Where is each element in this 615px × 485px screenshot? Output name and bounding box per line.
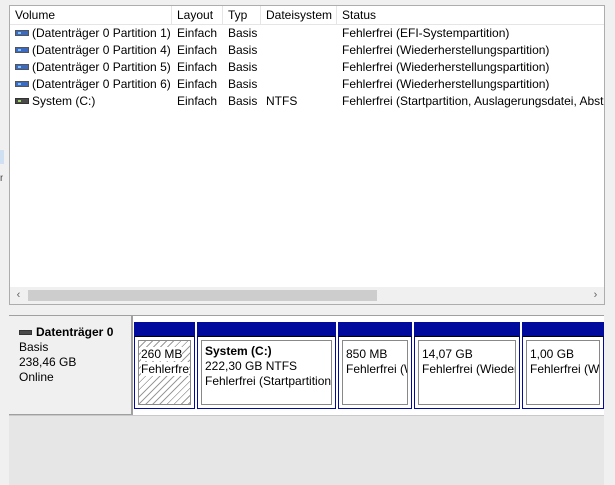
vertical-scrollbar[interactable] — [604, 315, 615, 485]
filesystem-cell — [261, 25, 337, 42]
partition-body: 850 MB Fehlerfrei (W — [338, 336, 412, 409]
partition-bar — [414, 322, 520, 336]
partition-status: Fehlerfrei (Startpartition — [205, 374, 332, 388]
column-header-volume[interactable]: Volume — [10, 6, 172, 25]
layout-cell: Einfach — [177, 26, 218, 40]
partition-body: 260 MB Fehlerfre — [134, 336, 195, 409]
volume-icon — [15, 80, 29, 87]
partition-content: 260 MB Fehlerfre — [138, 340, 191, 405]
partition-size: 260 MB — [141, 347, 183, 361]
partition-size: 850 MB — [346, 347, 388, 361]
disk-type: Basis — [19, 340, 49, 354]
partition-recovery-2[interactable]: 14,07 GB Fehlerfrei (Wieder — [414, 322, 520, 409]
partition-body: System (C:) 222,30 GB NTFS Fehlerfrei (S… — [197, 336, 336, 409]
partition-status: Fehlerfre — [141, 362, 190, 376]
volume-name-cell: (Datenträger 0 Partition 1) — [10, 25, 172, 42]
system-volume-icon — [15, 97, 29, 104]
volume-row[interactable]: (Datenträger 0 Partition 5) Einfach Basi… — [10, 59, 604, 76]
status-cell: Fehlerfrei (Wiederherstellungspartition) — [342, 43, 550, 57]
disk-title: Datenträger 0 — [19, 325, 131, 340]
volume-name-cell: System (C:) — [10, 93, 172, 110]
volume-icon — [15, 46, 29, 53]
partition-status: Fehlerfrei (W — [346, 362, 407, 376]
volume-name: System (C:) — [32, 94, 96, 108]
disk-info-panel[interactable]: Datenträger 0 Basis 238,46 GB Online — [9, 316, 133, 416]
scroll-left-icon[interactable]: ‹ — [10, 287, 27, 304]
volume-row[interactable]: (Datenträger 0 Partition 6) Einfach Basi… — [10, 76, 604, 93]
partition-system-c[interactable]: System (C:) 222,30 GB NTFS Fehlerfrei (S… — [197, 322, 336, 409]
volume-name: (Datenträger 0 Partition 5) — [32, 60, 171, 74]
volume-name-cell: (Datenträger 0 Partition 6) — [10, 76, 172, 93]
partition-size: 14,07 GB — [422, 347, 473, 361]
typ-cell: Basis — [228, 60, 258, 74]
column-header-status[interactable]: Status — [337, 6, 604, 25]
partition-content: 1,00 GB Fehlerfrei (W — [526, 340, 600, 405]
column-header-typ[interactable]: Typ — [223, 6, 261, 25]
partition-body: 1,00 GB Fehlerfrei (W — [522, 336, 604, 409]
disk-map: Datenträger 0 Basis 238,46 GB Online 260… — [9, 315, 604, 416]
side-panel-highlight — [0, 150, 4, 164]
disk-management-window: n Volume Layout Typ Dateisystem Status (… — [0, 0, 615, 485]
partition-bar — [134, 322, 195, 336]
typ-cell: Basis — [228, 26, 258, 40]
partition-title: System (C:) — [205, 344, 272, 358]
scrollbar-thumb[interactable] — [28, 290, 377, 301]
scroll-right-icon[interactable]: › — [587, 287, 604, 304]
partition-content: System (C:) 222,30 GB NTFS Fehlerfrei (S… — [201, 340, 332, 405]
volume-name-cell: (Datenträger 0 Partition 5) — [10, 59, 172, 76]
volume-name: (Datenträger 0 Partition 1) — [32, 26, 171, 40]
partition-recovery-1[interactable]: 850 MB Fehlerfrei (W — [338, 322, 412, 409]
filesystem-cell — [261, 42, 337, 59]
filesystem-cell — [261, 59, 337, 76]
disk-map-empty-area — [9, 415, 604, 485]
status-cell: Fehlerfrei (Wiederherstellungspartition) — [342, 60, 550, 74]
side-panel-text: n — [0, 173, 3, 184]
partition-bar — [338, 322, 412, 336]
column-header-dateisystem[interactable]: Dateisystem — [261, 6, 337, 25]
partition-bar — [522, 322, 604, 336]
volume-row[interactable]: System (C:) Einfach Basis NTFS Fehlerfre… — [10, 93, 604, 110]
partition-recovery-3[interactable]: 1,00 GB Fehlerfrei (W — [522, 322, 604, 409]
layout-cell: Einfach — [177, 60, 218, 74]
layout-cell: Einfach — [177, 77, 218, 91]
volume-row[interactable]: (Datenträger 0 Partition 4) Einfach Basi… — [10, 42, 604, 59]
partition-body: 14,07 GB Fehlerfrei (Wieder — [414, 336, 520, 409]
partition-status: Fehlerfrei (W — [530, 362, 600, 376]
disk-icon — [19, 330, 32, 335]
horizontal-scrollbar[interactable]: ‹ › — [10, 287, 604, 304]
volume-icon — [15, 63, 29, 70]
partition-status: Fehlerfrei (Wieder — [422, 362, 516, 376]
layout-cell: Einfach — [177, 43, 218, 57]
volume-row[interactable]: (Datenträger 0 Partition 1) Einfach Basi… — [10, 25, 604, 42]
volume-name: (Datenträger 0 Partition 4) — [32, 43, 171, 57]
status-cell: Fehlerfrei (EFI-Systempartition) — [342, 26, 510, 40]
volume-name-cell: (Datenträger 0 Partition 4) — [10, 42, 172, 59]
partition-size: 1,00 GB — [530, 347, 575, 361]
typ-cell: Basis — [228, 94, 258, 108]
status-cell: Fehlerfrei (Startpartition, Auslagerungs… — [342, 94, 605, 108]
volume-name: (Datenträger 0 Partition 6) — [32, 77, 171, 91]
filesystem-cell — [261, 76, 337, 93]
filesystem-cell: NTFS — [266, 94, 298, 108]
typ-cell: Basis — [228, 43, 258, 57]
column-header-layout[interactable]: Layout — [172, 6, 223, 25]
disk-size: 238,46 GB — [19, 355, 77, 369]
partition-content: 850 MB Fehlerfrei (W — [342, 340, 408, 405]
disk-state: Online — [19, 370, 54, 384]
typ-cell: Basis — [228, 77, 258, 91]
status-cell: Fehlerfrei (Wiederherstellungspartition) — [342, 77, 550, 91]
partition-bar — [197, 322, 336, 336]
volume-icon — [15, 29, 29, 36]
partition-content: 14,07 GB Fehlerfrei (Wieder — [418, 340, 516, 405]
volume-list[interactable]: Volume Layout Typ Dateisystem Status (Da… — [9, 5, 605, 305]
layout-cell: Einfach — [177, 94, 218, 108]
partition-efi[interactable]: 260 MB Fehlerfre — [134, 322, 195, 409]
disk-name: Datenträger 0 — [36, 325, 114, 339]
volume-list-header: Volume Layout Typ Dateisystem Status — [10, 6, 604, 25]
partition-size: 222,30 GB NTFS — [205, 359, 298, 373]
